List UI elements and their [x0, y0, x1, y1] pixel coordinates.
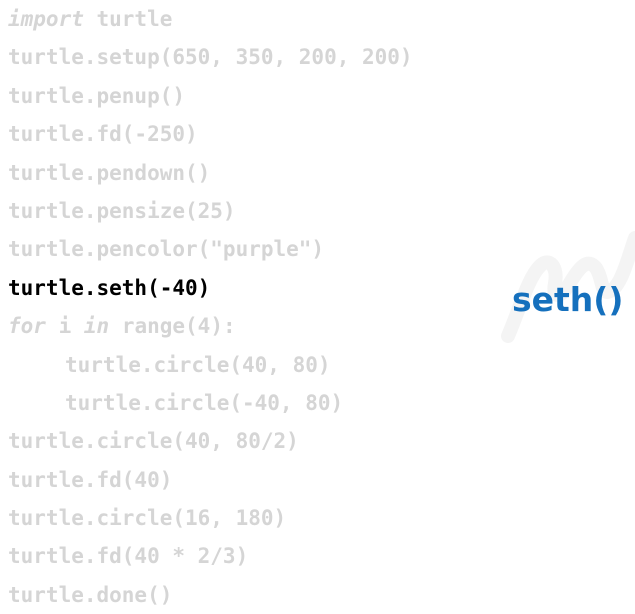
code-line-import: import turtle — [8, 0, 413, 38]
code-line-pendown: turtle.pendown() — [8, 160, 211, 185]
code-line-circle-half: turtle.circle(40, 80/2) — [8, 429, 299, 454]
code-line-fd-40: turtle.fd(40) — [8, 467, 173, 492]
code-text: turtle — [83, 7, 173, 31]
code-line-pensize: turtle.pensize(25) — [8, 198, 236, 223]
code-line-loop-circle-2: turtle.circle(-40, 80) — [65, 390, 344, 415]
function-name-label: seth() — [512, 280, 624, 319]
code-line-loop-circle-1: turtle.circle(40, 80) — [65, 352, 331, 377]
code-line-for-loop: for i in range(4): — [8, 307, 413, 345]
keyword-for: for — [8, 314, 46, 339]
code-line-done: turtle.done() — [8, 582, 173, 607]
code-line-circle-16: turtle.circle(16, 180) — [8, 506, 287, 531]
code-text: range(4): — [109, 314, 236, 339]
code-line-seth-highlighted: turtle.seth(-40) — [8, 275, 211, 300]
keyword-import: import — [8, 7, 84, 31]
code-line-setup: turtle.setup(650, 350, 200, 200) — [8, 45, 413, 70]
code-line-fd-fraction: turtle.fd(40 * 2/3) — [8, 544, 249, 569]
keyword-in: in — [83, 314, 110, 339]
code-line-penup: turtle.penup() — [8, 83, 186, 108]
code-line-fd: turtle.fd(-250) — [8, 122, 198, 147]
code-line-pencolor: turtle.pencolor("purple") — [8, 237, 325, 262]
code-listing: import turtle turtle.setup(650, 350, 200… — [8, 0, 413, 614]
code-text: i — [45, 314, 84, 339]
